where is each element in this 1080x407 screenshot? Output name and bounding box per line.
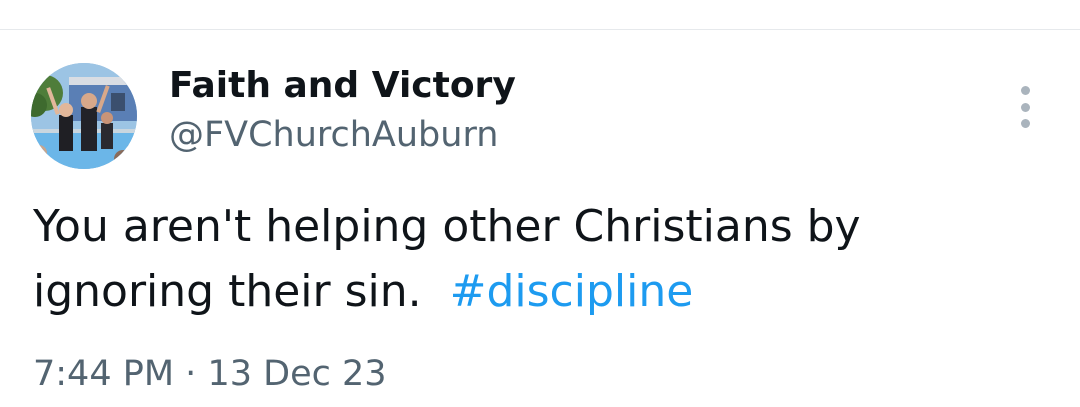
tweet-text-line-1: You aren't helping other Christians by bbox=[33, 201, 861, 252]
tweet-text-line-2-content: ignoring their sin. bbox=[33, 266, 422, 317]
author-handle[interactable]: @FVChurchAuburn bbox=[169, 113, 498, 157]
tweet-date: 13 Dec 23 bbox=[207, 354, 387, 394]
hashtag-link[interactable]: #discipline bbox=[450, 266, 694, 317]
more-vertical-icon-dot bbox=[1020, 102, 1030, 112]
more-options-button[interactable] bbox=[1010, 86, 1040, 128]
tweet-text: You aren't helping other Christians by i… bbox=[33, 194, 1033, 324]
tweet-timestamp[interactable]: 7:44 PM · 13 Dec 23 bbox=[33, 352, 387, 396]
tweet-text-line-2: ignoring their sin. #discipline bbox=[33, 259, 1033, 324]
tweet-time: 7:44 PM bbox=[33, 354, 175, 394]
avatar-photo bbox=[31, 63, 137, 169]
avatar[interactable] bbox=[31, 63, 137, 169]
more-vertical-icon-dot bbox=[1020, 119, 1030, 128]
more-vertical-icon bbox=[1020, 86, 1030, 95]
author-display-name[interactable]: Faith and Victory bbox=[169, 64, 516, 108]
timestamp-separator: · bbox=[185, 354, 197, 394]
tweet-card[interactable]: Faith and Victory @FVChurchAuburn You ar… bbox=[0, 30, 1080, 407]
